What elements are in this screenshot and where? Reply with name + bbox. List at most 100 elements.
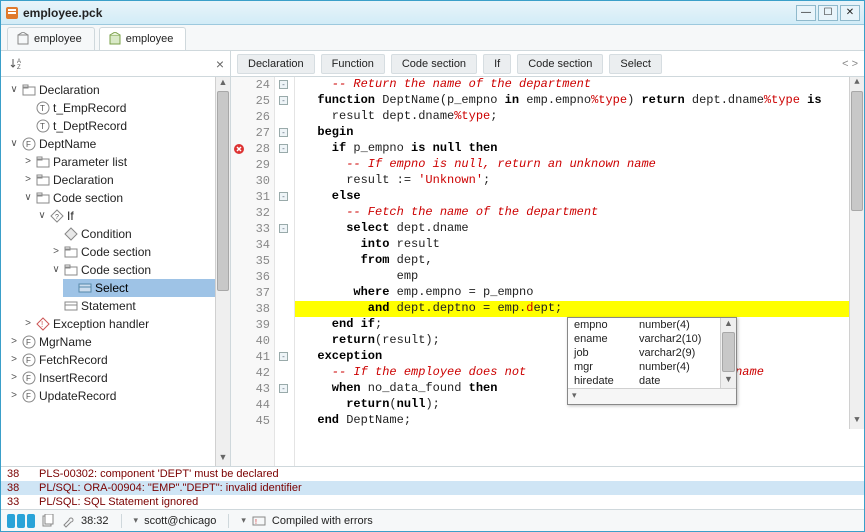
- tab-employee-spec[interactable]: employee: [7, 27, 95, 50]
- line-number[interactable]: 31: [231, 189, 274, 205]
- autocomplete-item[interactable]: hiredatedate: [568, 374, 736, 388]
- autocomplete-popup[interactable]: empnonumber(4)enamevarchar2(10)jobvarcha…: [567, 317, 737, 405]
- code-line[interactable]: where emp.empno = p_empno: [303, 285, 864, 301]
- code-line[interactable]: result dept.dname%type;: [303, 109, 864, 125]
- breadcrumb-item[interactable]: Declaration: [237, 54, 315, 74]
- chevron-down-icon[interactable]: ∨: [23, 189, 33, 207]
- chevron-right-icon[interactable]: >: [23, 315, 33, 333]
- breadcrumb-item[interactable]: Function: [321, 54, 385, 74]
- outline-node[interactable]: >Parameter list: [21, 153, 228, 171]
- scroll-down-icon[interactable]: ▼: [850, 415, 864, 429]
- line-number[interactable]: 42: [231, 365, 274, 381]
- fold-gutter[interactable]: --------: [275, 77, 295, 466]
- code-line[interactable]: -- Fetch the name of the department: [303, 205, 864, 221]
- chevron-right-icon[interactable]: >: [9, 351, 19, 369]
- code-line[interactable]: end DeptName;: [303, 413, 864, 429]
- error-gutter-icon[interactable]: [233, 143, 245, 155]
- scroll-up-icon[interactable]: ▲: [216, 77, 230, 91]
- line-number[interactable]: 30: [231, 173, 274, 189]
- line-number[interactable]: 41: [231, 349, 274, 365]
- line-number[interactable]: 36: [231, 269, 274, 285]
- fold-toggle[interactable]: -: [279, 352, 288, 361]
- autocomplete-scrollbar[interactable]: ▲ ▼: [720, 318, 736, 388]
- chevron-right-icon[interactable]: >: [9, 387, 19, 405]
- error-row[interactable]: 38PL/SQL: ORA-00904: "EMP"."DEPT": inval…: [1, 481, 864, 495]
- chevron-down-icon[interactable]: ∨: [37, 207, 47, 225]
- breadcrumb-item[interactable]: Select: [609, 54, 662, 74]
- line-number[interactable]: 43: [231, 381, 274, 397]
- scroll-up-icon[interactable]: ▲: [721, 318, 736, 332]
- outline-node[interactable]: ∨?If: [35, 207, 228, 225]
- dropdown-icon[interactable]: ▾: [134, 515, 139, 526]
- code-line[interactable]: -- Return the name of the department: [303, 77, 864, 93]
- autocomplete-item[interactable]: empnonumber(4): [568, 318, 736, 332]
- chevron-down-icon[interactable]: ∨: [51, 261, 61, 279]
- fold-toggle[interactable]: -: [279, 144, 288, 153]
- line-number[interactable]: 45: [231, 413, 274, 429]
- fold-toggle[interactable]: -: [279, 96, 288, 105]
- wrench-icon[interactable]: [61, 514, 75, 528]
- scroll-thumb[interactable]: [217, 91, 229, 291]
- fold-toggle[interactable]: -: [279, 80, 288, 89]
- line-number[interactable]: 38: [231, 301, 274, 317]
- code-line[interactable]: else: [303, 189, 864, 205]
- line-number[interactable]: 40: [231, 333, 274, 349]
- code-line[interactable]: select dept.dname: [303, 221, 864, 237]
- outline-node[interactable]: Select: [63, 279, 228, 297]
- fold-toggle[interactable]: -: [279, 192, 288, 201]
- code-line[interactable]: if p_empno is null then: [303, 141, 864, 157]
- code-line[interactable]: function DeptName(p_empno in emp.empno%t…: [303, 93, 864, 109]
- outline-node[interactable]: >FMgrName: [7, 333, 228, 351]
- code-editor[interactable]: end DeptName; return(null); when no_data…: [295, 77, 864, 429]
- autocomplete-item[interactable]: mgrnumber(4): [568, 360, 736, 374]
- outline-scrollbar[interactable]: ▲ ▼: [215, 77, 230, 466]
- scroll-down-icon[interactable]: ▼: [721, 374, 736, 388]
- code-line[interactable]: and dept.deptno = emp.dept;: [295, 301, 864, 317]
- scroll-thumb[interactable]: [722, 332, 735, 372]
- outline-node[interactable]: >FInsertRecord: [7, 369, 228, 387]
- minimize-button[interactable]: —: [796, 5, 816, 21]
- line-number[interactable]: 29: [231, 157, 274, 173]
- breadcrumb-item[interactable]: Code section: [517, 54, 603, 74]
- close-button[interactable]: ✕: [840, 5, 860, 21]
- outline-node[interactable]: Statement: [49, 297, 228, 315]
- maximize-button[interactable]: ☐: [818, 5, 838, 21]
- tab-employee-body[interactable]: employee: [99, 27, 187, 50]
- chevron-down-icon[interactable]: ∨: [9, 81, 19, 99]
- outline-node[interactable]: ∨Code section: [49, 261, 228, 279]
- outline-node[interactable]: ∨Code section: [21, 189, 228, 207]
- code-line[interactable]: -- If empno is null, return an unknown n…: [303, 157, 864, 173]
- outline-node[interactable]: >!Exception handler: [21, 315, 228, 333]
- line-number[interactable]: 35: [231, 253, 274, 269]
- line-number[interactable]: 25: [231, 93, 274, 109]
- line-number[interactable]: 32: [231, 205, 274, 221]
- fold-toggle[interactable]: -: [279, 128, 288, 137]
- autocomplete-item[interactable]: jobvarchar2(9): [568, 346, 736, 360]
- chevron-down-icon[interactable]: ∨: [9, 135, 19, 153]
- chevron-right-icon[interactable]: >: [51, 243, 61, 261]
- line-number[interactable]: 27: [231, 125, 274, 141]
- breadcrumb-item[interactable]: If: [483, 54, 511, 74]
- chevron-right-icon[interactable]: >: [23, 171, 33, 189]
- error-row[interactable]: 38PLS-00302: component 'DEPT' must be de…: [1, 467, 864, 481]
- scroll-thumb[interactable]: [851, 91, 863, 211]
- chevron-right-icon[interactable]: >: [9, 369, 19, 387]
- code-line[interactable]: from dept,: [303, 253, 864, 269]
- breadcrumb-nav-arrows[interactable]: < >: [842, 58, 858, 70]
- autocomplete-item[interactable]: enamevarchar2(10): [568, 332, 736, 346]
- line-number[interactable]: 39: [231, 317, 274, 333]
- error-list[interactable]: 38PLS-00302: component 'DEPT' must be de…: [1, 466, 864, 509]
- close-outline-button[interactable]: ×: [216, 56, 224, 72]
- line-gutter[interactable]: 2425262728293031323334353637383940414243…: [231, 77, 275, 466]
- chevron-right-icon[interactable]: >: [9, 333, 19, 351]
- dropdown-icon[interactable]: ▾: [241, 515, 246, 526]
- outline-node[interactable]: Condition: [49, 225, 228, 243]
- outline-node[interactable]: >FUpdateRecord: [7, 387, 228, 405]
- scroll-down-icon[interactable]: ▼: [216, 452, 230, 466]
- scroll-up-icon[interactable]: ▲: [850, 77, 864, 91]
- error-row[interactable]: 33PL/SQL: SQL Statement ignored: [1, 495, 864, 509]
- copy-icon[interactable]: [41, 514, 55, 528]
- outline-node[interactable]: Tt_EmpRecord: [21, 99, 228, 117]
- line-number[interactable]: 24: [231, 77, 274, 93]
- fold-toggle[interactable]: -: [279, 384, 288, 393]
